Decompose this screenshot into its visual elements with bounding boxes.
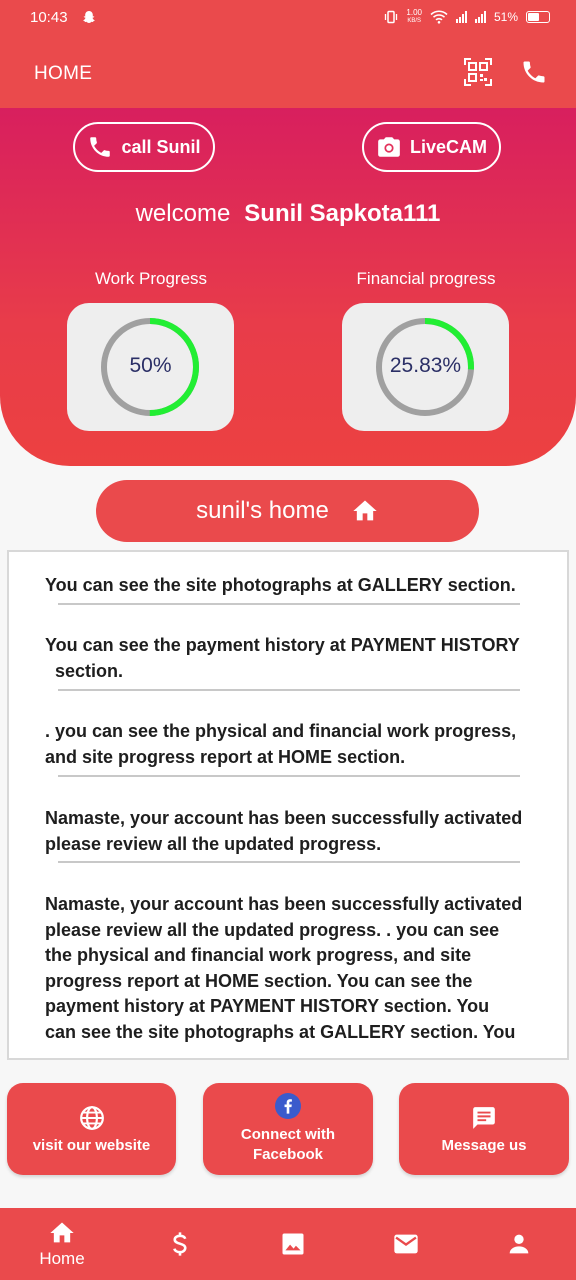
visit-website-label: visit our website: [32, 1136, 151, 1154]
wifi-icon: [430, 10, 448, 24]
notice-text: . you can see the physical and financial…: [45, 721, 517, 741]
camera-icon: [378, 137, 400, 157]
notice-text: section.: [55, 660, 124, 681]
network-speed: 1.00 KB/S: [406, 9, 422, 25]
message-us-button[interactable]: Message us: [399, 1083, 569, 1175]
nav-home[interactable]: Home: [22, 1208, 102, 1280]
nav-home-label: Home: [39, 1249, 85, 1268]
work-progress-label: Work Progress: [94, 269, 208, 288]
dollar-icon: [173, 1232, 187, 1256]
connect-facebook-label: Connect with Facebook: [240, 1126, 336, 1163]
home-icon: [50, 1222, 74, 1243]
status-icons: 1.00 KB/S 51%: [384, 9, 550, 25]
nav-messages[interactable]: [366, 1208, 446, 1280]
financial-progress-label: Financial progress: [356, 269, 496, 288]
snapchat-icon: [83, 11, 95, 23]
nav-profile[interactable]: [479, 1208, 559, 1280]
livecam-button-label: LiveCAM: [409, 136, 487, 157]
notice-text: You can see the site photographs at GALL…: [45, 575, 516, 595]
notice-text: can see the site photographs at GALLERY …: [45, 1021, 516, 1042]
notice-text: please review all the updated progress.: [45, 833, 382, 854]
status-time: 10:43: [30, 9, 68, 26]
status-bar: 10:43 1.00 KB/S 51%: [0, 0, 576, 36]
notice-text: payment history at PAYMENT HISTORY secti…: [45, 996, 490, 1016]
list-item: Namaste, your account has been successfu…: [45, 892, 535, 1045]
page-title: HOME: [34, 63, 93, 84]
divider: [58, 603, 520, 605]
message-us-label: Message us: [441, 1136, 527, 1154]
notice-list[interactable]: You can see the site photographs at GALL…: [7, 550, 569, 1060]
speed-value: 1.00: [406, 8, 422, 17]
app-bar: HOME: [0, 36, 576, 108]
list-item: You can see the payment history at PAYME…: [45, 633, 535, 684]
list-item: . you can see the physical and financial…: [45, 719, 535, 770]
connect-facebook-button[interactable]: Connect with Facebook: [203, 1083, 373, 1175]
nav-gallery[interactable]: [253, 1208, 333, 1280]
divider: [58, 861, 520, 863]
divider: [58, 775, 520, 777]
call-button-label: call Sunil: [121, 136, 201, 157]
facebook-icon: [275, 1093, 301, 1119]
globe-icon: [79, 1105, 104, 1130]
divider: [58, 689, 520, 691]
battery-percent: 51%: [493, 10, 518, 24]
notice-text: please review all the updated progress. …: [45, 919, 500, 940]
notice-text: progress report at HOME section. You can…: [45, 970, 473, 991]
work-progress-card: 50%: [67, 303, 234, 431]
user-name: Sunil Sapkota111: [244, 200, 441, 227]
visit-website-button[interactable]: visit our website: [7, 1083, 176, 1175]
signal-icon: [474, 11, 486, 23]
qr-code-icon[interactable]: [464, 58, 492, 86]
home-icon: [353, 500, 377, 521]
list-item: Namaste, your account has been successfu…: [45, 806, 535, 857]
phone-icon: [90, 137, 111, 157]
home-button-label: sunil's home: [196, 497, 329, 524]
notice-text: Namaste, your account has been successfu…: [45, 808, 523, 828]
notice-text: the physical and financial work progress…: [45, 945, 472, 965]
work-progress-value: 50%: [129, 354, 172, 377]
hero-panel: call Sunil LiveCAM welcome Sunil Sapkota1…: [0, 108, 576, 466]
signal-icon: [455, 11, 467, 23]
battery-icon: [526, 11, 550, 23]
notice-text: Namaste, your account has been successfu…: [45, 894, 523, 914]
welcome-word: welcome: [135, 200, 231, 227]
speed-unit: KB/S: [407, 18, 422, 24]
financial-progress-value: 25.83%: [389, 354, 462, 377]
welcome-line: welcome Sunil Sapkota111: [0, 200, 576, 228]
phone-icon[interactable]: [520, 58, 548, 86]
call-sunil-button[interactable]: call Sunil: [73, 122, 215, 172]
financial-progress-card: 25.83%: [342, 303, 509, 431]
chat-icon: [473, 1106, 495, 1129]
livecam-button[interactable]: LiveCAM: [362, 122, 501, 172]
nav-payment[interactable]: [140, 1208, 220, 1280]
bottom-nav: Home: [0, 1208, 576, 1280]
mail-icon: [394, 1234, 418, 1254]
image-icon: [282, 1233, 304, 1255]
notice-text: and site progress report at HOME section…: [45, 746, 406, 767]
notice-text: You can see the payment history at PAYME…: [45, 635, 520, 655]
sunils-home-button[interactable]: sunil's home: [96, 480, 479, 542]
person-icon: [509, 1234, 529, 1254]
list-item: You can see the site photographs at GALL…: [45, 573, 535, 599]
vibrate-icon: [385, 10, 398, 24]
